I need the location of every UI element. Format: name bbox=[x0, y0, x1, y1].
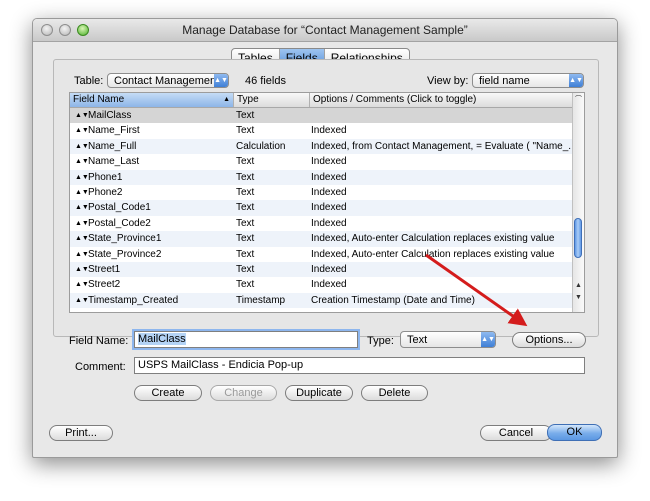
manage-database-window: Manage Database for “Contact Management … bbox=[32, 18, 618, 458]
annotation-arrow-icon bbox=[425, 253, 528, 327]
